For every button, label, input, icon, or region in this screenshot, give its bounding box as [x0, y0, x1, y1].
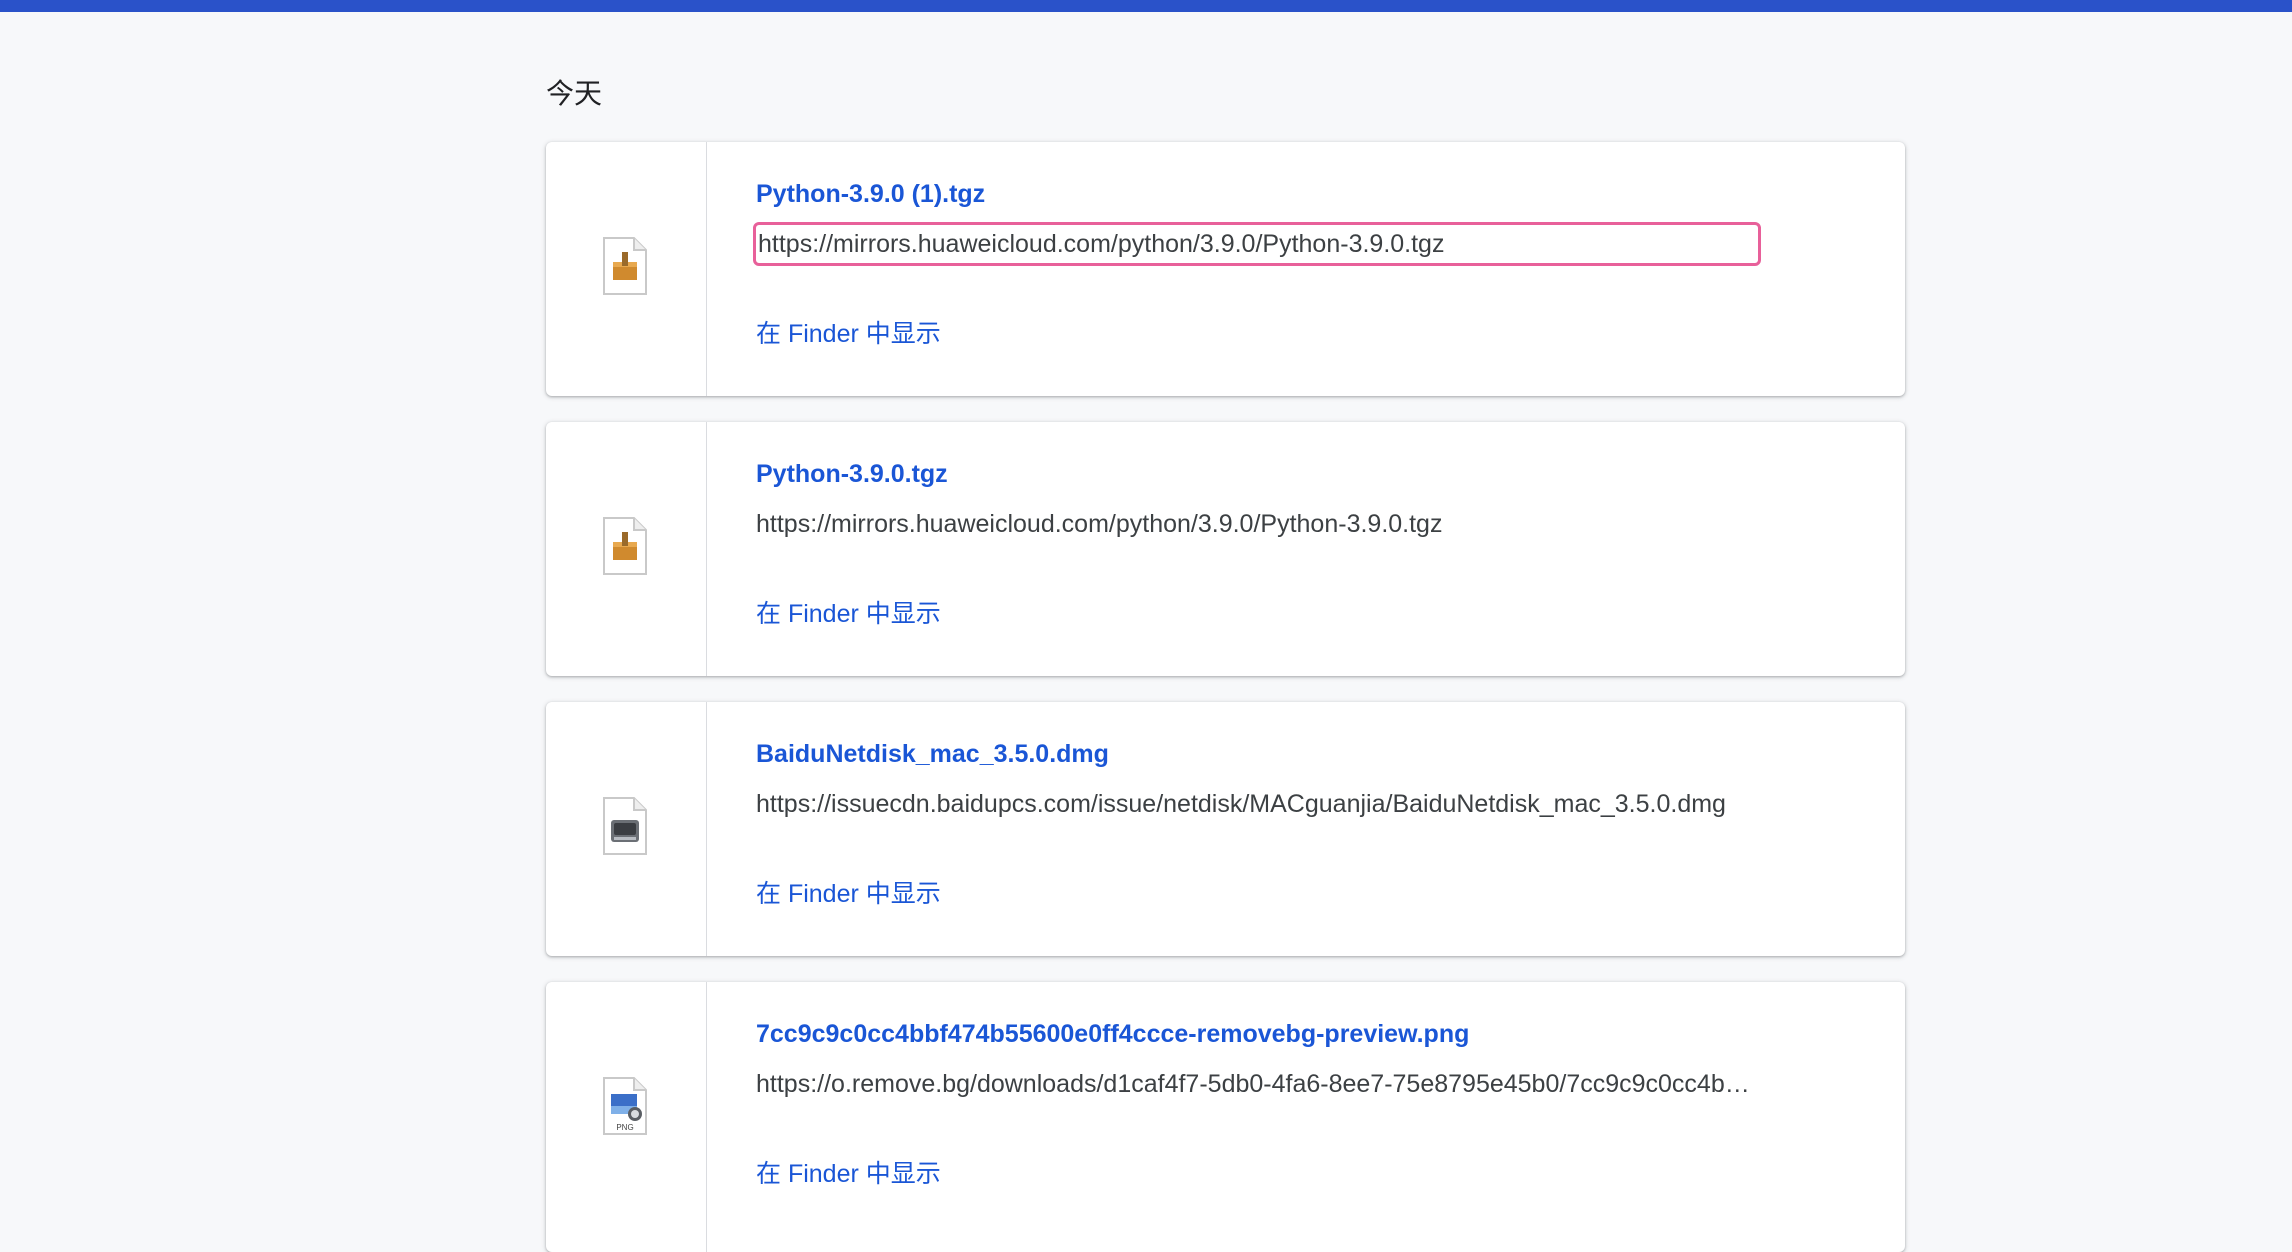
download-item: Python-3.9.0 (1).tgz https://mirrors.hua…	[546, 142, 1905, 396]
download-source-url[interactable]: https://mirrors.huaweicloud.com/python/3…	[753, 222, 1761, 266]
download-item: Python-3.9.0.tgz https://mirrors.huaweic…	[546, 422, 1905, 676]
file-icon-column	[546, 422, 707, 676]
show-in-finder-link[interactable]: 在 Finder 中显示	[756, 594, 941, 630]
download-file-name[interactable]: Python-3.9.0 (1).tgz	[756, 180, 985, 209]
show-in-finder-link[interactable]: 在 Finder 中显示	[756, 874, 941, 910]
download-source-url[interactable]: https://issuecdn.baidupcs.com/issue/netd…	[756, 784, 1756, 824]
file-icon-column	[546, 142, 707, 396]
disk-image-file-icon	[603, 797, 647, 855]
download-file-name[interactable]: BaiduNetdisk_mac_3.5.0.dmg	[756, 740, 1109, 769]
top-accent-bar	[0, 0, 2292, 12]
download-item: PNG 7cc9c9c0cc4bbf474b55600e0ff4ccce-rem…	[546, 982, 1905, 1252]
section-title-today: 今天	[546, 78, 603, 109]
download-source-url[interactable]: https://mirrors.huaweicloud.com/python/3…	[756, 504, 1756, 544]
png-file-icon: PNG	[603, 1077, 647, 1135]
download-file-name[interactable]: Python-3.9.0.tgz	[756, 460, 948, 489]
download-item: BaiduNetdisk_mac_3.5.0.dmg https://issue…	[546, 702, 1905, 956]
png-icon-label: PNG	[616, 1123, 633, 1132]
file-icon-column: PNG	[546, 982, 707, 1252]
download-source-url[interactable]: https://o.remove.bg/downloads/d1caf4f7-5…	[756, 1064, 1756, 1104]
download-file-name[interactable]: 7cc9c9c0cc4bbf474b55600e0ff4ccce-removeb…	[756, 1020, 1469, 1049]
show-in-finder-link[interactable]: 在 Finder 中显示	[756, 1154, 941, 1190]
show-in-finder-link[interactable]: 在 Finder 中显示	[756, 314, 941, 350]
archive-file-icon	[603, 517, 647, 575]
file-icon-column	[546, 702, 707, 956]
archive-file-icon	[603, 237, 647, 295]
